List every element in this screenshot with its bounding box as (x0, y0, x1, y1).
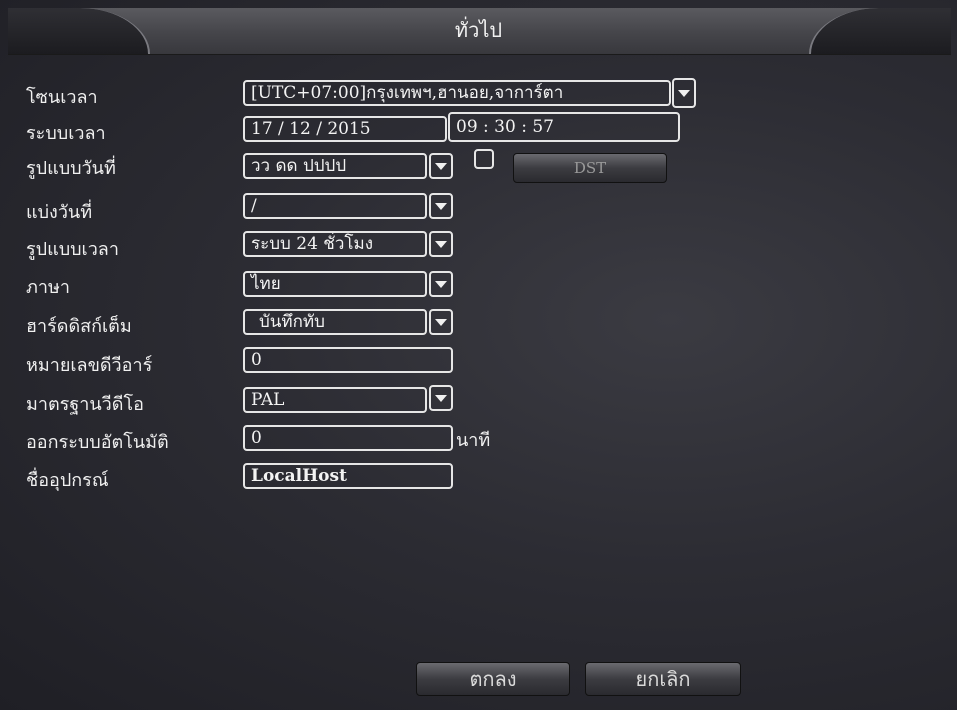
date-field[interactable]: 17 / 12 / 2015 (243, 116, 447, 142)
auto-logout-field[interactable]: 0 (243, 425, 453, 451)
date-separator-label: แบ่งวันที่ (26, 202, 93, 223)
hdd-full-dropdown-button[interactable] (429, 309, 453, 335)
device-name-field[interactable]: LocalHost (243, 463, 453, 489)
hdd-full-select[interactable]: บันทึกทับ (243, 309, 427, 335)
chevron-down-icon (435, 394, 447, 402)
date-separator-dropdown-button[interactable] (429, 193, 453, 219)
dst-checkbox[interactable] (474, 149, 494, 169)
hdd-full-label: ฮาร์ดดิสก์เต็ม (26, 316, 132, 337)
settings-screen: ทั่วไป โซนเวลา ระบบเวลา รูปแบบวันที่ แบ่… (0, 0, 957, 710)
time-format-label: รูปแบบเวลา (26, 239, 119, 260)
language-select[interactable]: ไทย (243, 271, 427, 297)
date-format-dropdown-button[interactable] (429, 153, 453, 179)
date-format-label: รูปแบบวันที่ (26, 158, 116, 179)
chevron-down-icon (435, 318, 447, 326)
auto-logout-unit: นาที (456, 430, 491, 451)
page-title: ทั่วไป (454, 18, 503, 42)
time-field[interactable]: 09 : 30 : 57 (448, 112, 680, 142)
dvr-number-field[interactable]: 0 (243, 347, 453, 373)
date-format-select[interactable]: วว ดด ปปปป (243, 153, 427, 179)
chevron-down-icon (435, 162, 447, 170)
timezone-label: โซนเวลา (26, 87, 98, 108)
video-standard-label: มาตรฐานวีดีโอ (26, 394, 144, 415)
cancel-button[interactable]: ยกเลิก (585, 662, 741, 696)
time-format-select[interactable]: ระบบ 24 ชั่วโมง (243, 231, 427, 257)
dvr-number-label: หมายเลขดีวีอาร์ (26, 355, 153, 376)
chevron-down-icon (435, 240, 447, 248)
language-dropdown-button[interactable] (429, 271, 453, 297)
timezone-dropdown-button[interactable] (672, 78, 696, 108)
timezone-select[interactable]: [UTC+07:00]กรุงเทพฯ,ฮานอย,จาการ์ตา (243, 80, 671, 106)
language-label: ภาษา (26, 277, 70, 298)
chevron-down-icon (678, 89, 690, 97)
ok-button[interactable]: ตกลง (416, 662, 570, 696)
video-standard-dropdown-button[interactable] (429, 385, 453, 411)
device-name-label: ชื่ออุปกรณ์ (26, 470, 109, 491)
video-standard-select[interactable]: PAL (243, 387, 427, 413)
system-time-label: ระบบเวลา (26, 123, 106, 144)
time-format-dropdown-button[interactable] (429, 231, 453, 257)
auto-logout-label: ออกระบบอัตโนมัติ (26, 432, 169, 453)
chevron-down-icon (435, 202, 447, 210)
chevron-down-icon (435, 280, 447, 288)
date-separator-select[interactable]: / (243, 193, 427, 219)
dst-button[interactable]: DST (513, 153, 667, 183)
